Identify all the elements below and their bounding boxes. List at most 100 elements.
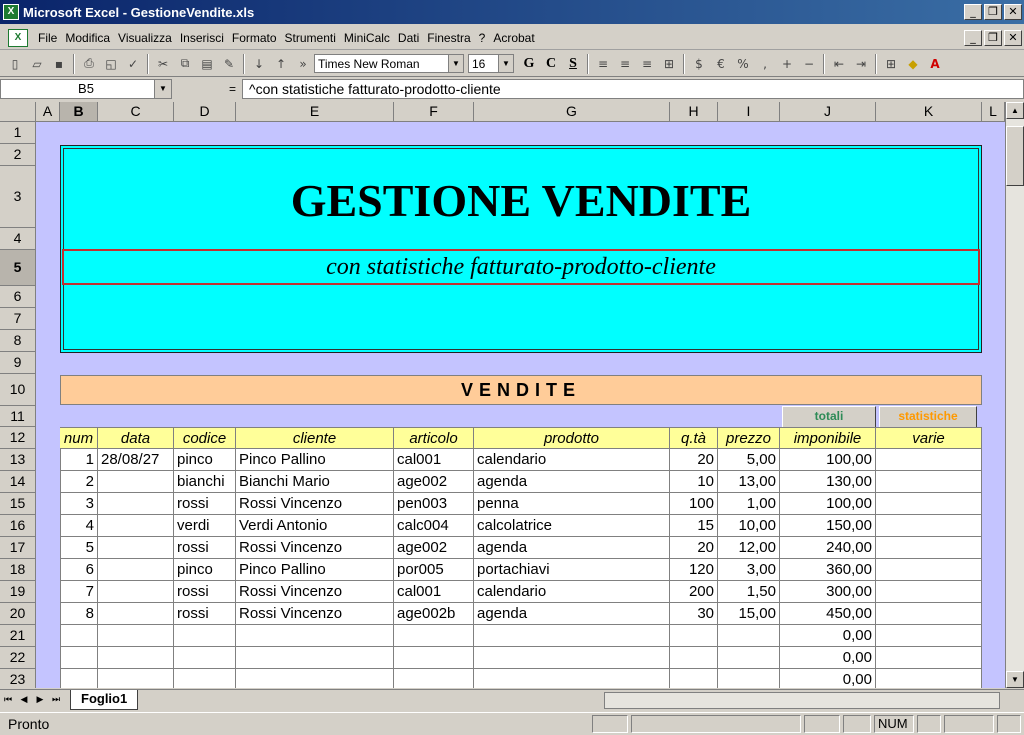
row-header-23[interactable]: 23 [0,669,36,688]
cell-codice[interactable]: rossi [174,493,236,515]
cell-num[interactable]: 3 [60,493,98,515]
paste-icon[interactable]: ▤ [196,54,218,74]
cell-qta[interactable]: 30 [670,603,718,625]
cell-articolo[interactable]: cal001 [394,581,474,603]
col-header-k[interactable]: K [876,102,982,122]
close-button[interactable]: ✕ [1004,4,1022,20]
table-header-num[interactable]: num [60,427,98,449]
cell-prezzo[interactable] [718,625,780,647]
doc-close-button[interactable]: ✕ [1004,29,1022,46]
cell-data[interactable] [98,647,174,669]
col-header-i[interactable]: I [718,102,780,122]
cell-data[interactable] [98,581,174,603]
table-header-cliente[interactable]: cliente [236,427,394,449]
name-box[interactable]: B5 ▼ [0,79,172,99]
cell-imponibile[interactable]: 300,00 [780,581,876,603]
align-right-icon[interactable]: ≡ [636,54,658,74]
table-header-prezzo[interactable]: prezzo [718,427,780,449]
row-header-14[interactable]: 14 [0,471,36,493]
cell-prezzo[interactable] [718,669,780,688]
cell-cliente[interactable]: Rossi Vincenzo [236,581,394,603]
cell-data[interactable] [98,493,174,515]
cell-num[interactable]: 1 [60,449,98,471]
horizontal-scrollbar[interactable] [604,692,1000,709]
cell-imponibile[interactable]: 450,00 [780,603,876,625]
scroll-thumb[interactable] [1006,126,1024,186]
col-header-h[interactable]: H [670,102,718,122]
row-header-6[interactable]: 6 [0,286,36,308]
open-icon[interactable]: ▱ [26,54,48,74]
cell-prezzo[interactable]: 10,00 [718,515,780,537]
cell-imponibile[interactable]: 360,00 [780,559,876,581]
currency-icon[interactable]: $ [688,54,710,74]
cell-qta[interactable]: 200 [670,581,718,603]
cell-imponibile[interactable]: 0,00 [780,647,876,669]
cell-cliente[interactable]: Rossi Vincenzo [236,603,394,625]
col-header-b[interactable]: B [60,102,98,122]
borders-icon[interactable]: ⊞ [880,54,902,74]
cell-codice[interactable]: rossi [174,603,236,625]
font-color-icon[interactable]: A [924,54,946,74]
more-buttons-icon[interactable]: » [292,54,314,74]
cell-prezzo[interactable]: 5,00 [718,449,780,471]
print-icon[interactable]: ⎙ [78,54,100,74]
font-size-select[interactable]: 16 ▼ [468,54,514,73]
align-center-icon[interactable]: ≡ [614,54,636,74]
cell-prezzo[interactable]: 13,00 [718,471,780,493]
increase-decimal-icon[interactable]: + [776,54,798,74]
cell-qta[interactable]: 20 [670,537,718,559]
chevron-down-icon[interactable]: ▼ [154,80,171,98]
scroll-up-icon[interactable]: ▲ [1006,102,1024,119]
row-header-12[interactable]: 12 [0,427,36,449]
cell-num[interactable]: 2 [60,471,98,493]
cell-prezzo[interactable]: 12,00 [718,537,780,559]
cell-articolo[interactable] [394,669,474,688]
row-header-18[interactable]: 18 [0,559,36,581]
cell-data[interactable] [98,515,174,537]
merge-center-icon[interactable]: ⊞ [658,54,680,74]
cell-varie[interactable] [876,537,982,559]
cell-articolo[interactable]: pen003 [394,493,474,515]
sheet-subtitle[interactable]: con statistiche fatturato-prodotto-clien… [60,254,982,281]
menu-dati[interactable]: Dati [394,31,423,45]
cell-prodotto[interactable]: calendario [474,449,670,471]
cell-articolo[interactable]: age002 [394,471,474,493]
sort-descending-icon[interactable]: ↑ [270,54,292,74]
row-header-10[interactable]: 10 [0,374,36,406]
cell-imponibile[interactable]: 150,00 [780,515,876,537]
row-header-8[interactable]: 8 [0,330,36,352]
menu-help[interactable]: ? [475,31,490,45]
col-header-a[interactable]: A [36,102,60,122]
cell-imponibile[interactable]: 130,00 [780,471,876,493]
col-header-f[interactable]: F [394,102,474,122]
menu-strumenti[interactable]: Strumenti [281,31,340,45]
cell-data[interactable] [98,669,174,688]
cell-codice[interactable] [174,647,236,669]
cell-num[interactable]: 7 [60,581,98,603]
cell-qta[interactable] [670,625,718,647]
last-sheet-icon[interactable]: ⏭ [48,692,64,708]
row-header-20[interactable]: 20 [0,603,36,625]
menu-formato[interactable]: Formato [228,31,281,45]
fill-color-icon[interactable]: ◆ [902,54,924,74]
cell-data[interactable] [98,603,174,625]
col-header-g[interactable]: G [474,102,670,122]
totali-button[interactable]: totali [782,406,876,428]
sheet-tab-foglio1[interactable]: Foglio1 [70,690,139,710]
excel-app-icon[interactable]: X [3,4,19,20]
cell-qta[interactable]: 100 [670,493,718,515]
row-header-16[interactable]: 16 [0,515,36,537]
next-sheet-icon[interactable]: ▶ [32,692,48,708]
decrease-decimal-icon[interactable]: − [798,54,820,74]
statistiche-button[interactable]: statistiche [879,406,977,428]
doc-restore-button[interactable]: ❐ [984,29,1002,46]
cell-num[interactable]: 4 [60,515,98,537]
cell-articolo[interactable] [394,625,474,647]
cell-articolo[interactable]: por005 [394,559,474,581]
first-sheet-icon[interactable]: ⏮ [0,692,16,708]
cell-prezzo[interactable]: 15,00 [718,603,780,625]
worksheet-grid[interactable]: A B C D E F G H I J K L 1 2 3 4 5 6 7 8 9 10 11 12 1… [0,102,1005,688]
workbook-icon[interactable]: X [8,28,28,47]
spelling-icon[interactable]: ✓ [122,54,144,74]
cell-imponibile[interactable]: 100,00 [780,449,876,471]
